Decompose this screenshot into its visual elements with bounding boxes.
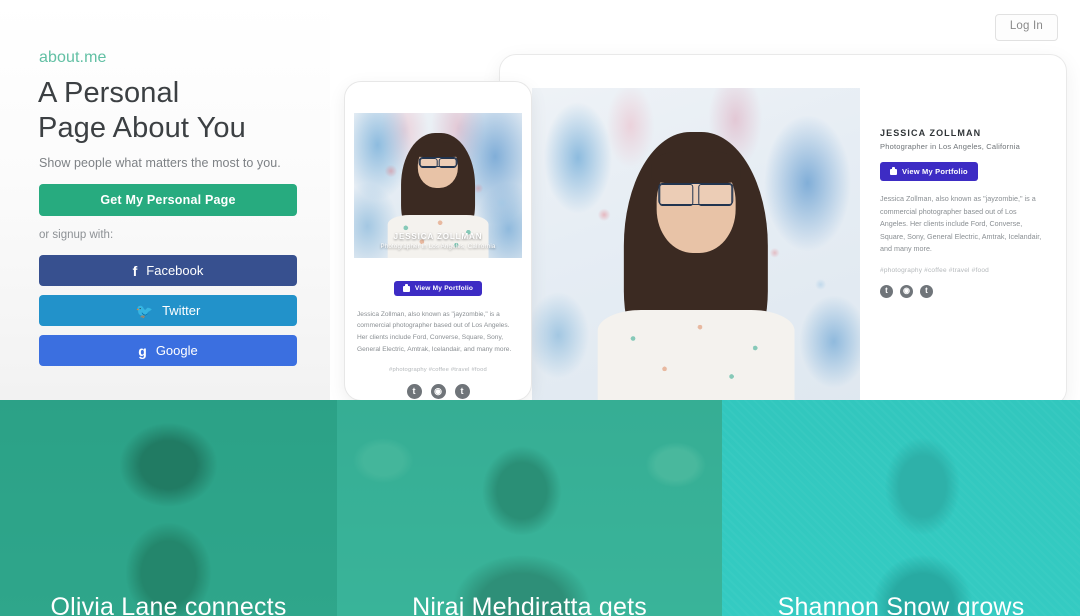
twitter-icon: 🐦 (135, 302, 154, 319)
phone-profile-panel: View My Portfolio Jessica Zollman, also … (345, 258, 531, 399)
brand-logo[interactable]: about.me (39, 49, 107, 67)
headline-line-1: A Personal (38, 77, 180, 109)
view-portfolio-button[interactable]: View My Portfolio (393, 281, 483, 296)
phone-mockup: JESSICA ZOLLMAN Photographer in Los Ange… (345, 82, 531, 400)
headline-line-2: Page About You (38, 112, 246, 144)
tablet-profile-panel: JESSICA ZOLLMAN Photographer in Los Ange… (860, 88, 1066, 400)
profile-social-links: t ◉ t (880, 284, 1046, 298)
profile-bio: Jessica Zollman, also known as "jayzombi… (880, 194, 1042, 254)
view-portfolio-label: View My Portfolio (902, 167, 968, 176)
hero-subtitle: Show people what matters the most to you… (39, 156, 281, 170)
profile-bio: Jessica Zollman, also known as "jayzombi… (357, 310, 512, 354)
view-portfolio-button[interactable]: View My Portfolio (880, 162, 978, 181)
briefcase-icon (890, 167, 897, 175)
google-label: Google (155, 343, 198, 358)
hero-section: Log In about.me A Personal Page About Yo… (0, 0, 1080, 400)
profile-tags: #photography #coffee #travel #food (880, 266, 989, 274)
tumblr-icon[interactable]: t (454, 383, 470, 399)
profile-role: Photographer in Los Angeles, California (380, 243, 496, 250)
tablet-profile-photo (532, 88, 860, 400)
tile-photo (0, 400, 337, 616)
twitter-signup-button[interactable]: 🐦 Twitter (39, 295, 297, 326)
profile-name: JESSICA ZOLLMAN (393, 232, 483, 241)
page-title: A Personal Page About You (38, 76, 338, 146)
tile-title: Olivia Lane connects (50, 593, 287, 616)
profile-tags: #photography #coffee #travel #food (389, 366, 487, 373)
facebook-icon: f (132, 262, 138, 279)
person-illustration (532, 88, 860, 400)
facebook-signup-button[interactable]: f Facebook (39, 255, 297, 286)
twitter-label: Twitter (162, 303, 201, 318)
profile-role: Photographer in Los Angeles, California (880, 142, 1020, 151)
tile-photo (722, 400, 1080, 616)
tile-photo (337, 400, 722, 616)
google-signup-button[interactable]: g Google (39, 335, 297, 366)
tile-title: Niraj Mehdiratta gets (412, 593, 647, 616)
tile-title: Shannon Snow grows (777, 593, 1025, 616)
signup-with-label: or signup with: (39, 229, 114, 241)
twitter-icon[interactable]: t (880, 284, 893, 298)
get-personal-page-button[interactable]: Get My Personal Page (39, 184, 297, 216)
tile-shannon-snow[interactable]: Shannon Snow grows (722, 400, 1080, 616)
login-button[interactable]: Log In (994, 14, 1058, 41)
instagram-icon[interactable]: ◉ (430, 383, 446, 399)
profile-social-links: t ◉ t (357, 383, 519, 399)
tile-niraj-mehdiratta[interactable]: Niraj Mehdiratta gets (337, 400, 722, 616)
landing-page: Log In about.me A Personal Page About Yo… (0, 0, 1080, 616)
phone-profile-photo: JESSICA ZOLLMAN Photographer in Los Ange… (354, 113, 522, 258)
google-icon: g (138, 342, 147, 359)
tablet-mockup: JESSICA ZOLLMAN Photographer in Los Ange… (500, 55, 1066, 400)
tile-olivia-lane[interactable]: Olivia Lane connects (0, 400, 337, 616)
facebook-label: Facebook (146, 263, 204, 278)
instagram-icon[interactable]: ◉ (900, 284, 913, 298)
tumblr-icon[interactable]: t (920, 284, 933, 298)
profile-name: JESSICA ZOLLMAN (880, 128, 982, 138)
view-portfolio-label: View My Portfolio (414, 285, 474, 292)
testimonial-tiles: Olivia Lane connects Niraj Mehdiratta ge… (0, 400, 1080, 616)
briefcase-icon (402, 284, 410, 292)
twitter-icon[interactable]: t (406, 383, 422, 399)
photo-caption: JESSICA ZOLLMAN Photographer in Los Ange… (354, 232, 522, 250)
